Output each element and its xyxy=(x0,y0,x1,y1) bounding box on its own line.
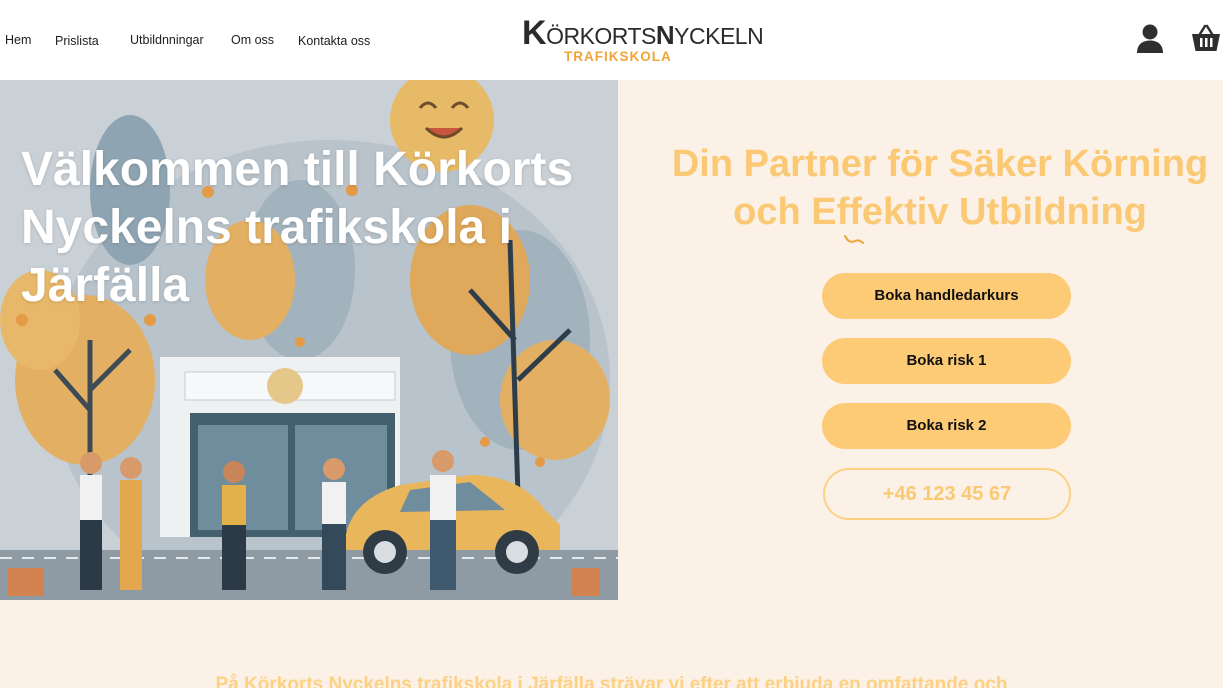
user-icon[interactable] xyxy=(1134,22,1168,56)
nav-link-prislista[interactable]: Prislista xyxy=(55,34,99,48)
boka-risk-1-button[interactable]: Boka risk 1 xyxy=(822,338,1071,384)
hero-title: Välkommen till Körkorts Nyckelns trafiks… xyxy=(21,143,574,312)
site-header: Hem Prislista Utbildnningar Om oss Konta… xyxy=(0,0,1223,80)
logo-wordmark: KÖRKORTSNYCKELN xyxy=(522,14,764,52)
tagline-line-1: Din Partner för Säker Körning xyxy=(671,143,1209,185)
site-logo[interactable]: KÖRKORTSNYCKELN TRAFIKSKOLA xyxy=(520,14,764,66)
boka-risk-2-button[interactable]: Boka risk 2 xyxy=(822,403,1071,449)
basket-icon[interactable] xyxy=(1190,22,1223,56)
nav-link-kontakta-oss[interactable]: Kontakta oss xyxy=(298,34,370,48)
nav-link-utbildningar[interactable]: Utbildnningar xyxy=(130,33,204,47)
intro-text: På Körkorts Nyckelns trafikskola i Järfä… xyxy=(215,674,1008,688)
logo-tagline: TRAFIKSKOLA xyxy=(564,49,672,64)
phone-button[interactable]: +46 123 45 67 xyxy=(823,468,1071,520)
nav-link-hem[interactable]: Hem xyxy=(5,33,31,47)
tagline-heading: Din Partner för Säker Körning och Effekt… xyxy=(640,140,1223,236)
decorative-squiggle-icon xyxy=(844,235,864,244)
boka-handledarkurs-button[interactable]: Boka handledarkurs xyxy=(822,273,1071,319)
nav-link-om-oss[interactable]: Om oss xyxy=(231,33,274,47)
tagline-line-2: och Effektiv Utbildning xyxy=(733,191,1147,233)
